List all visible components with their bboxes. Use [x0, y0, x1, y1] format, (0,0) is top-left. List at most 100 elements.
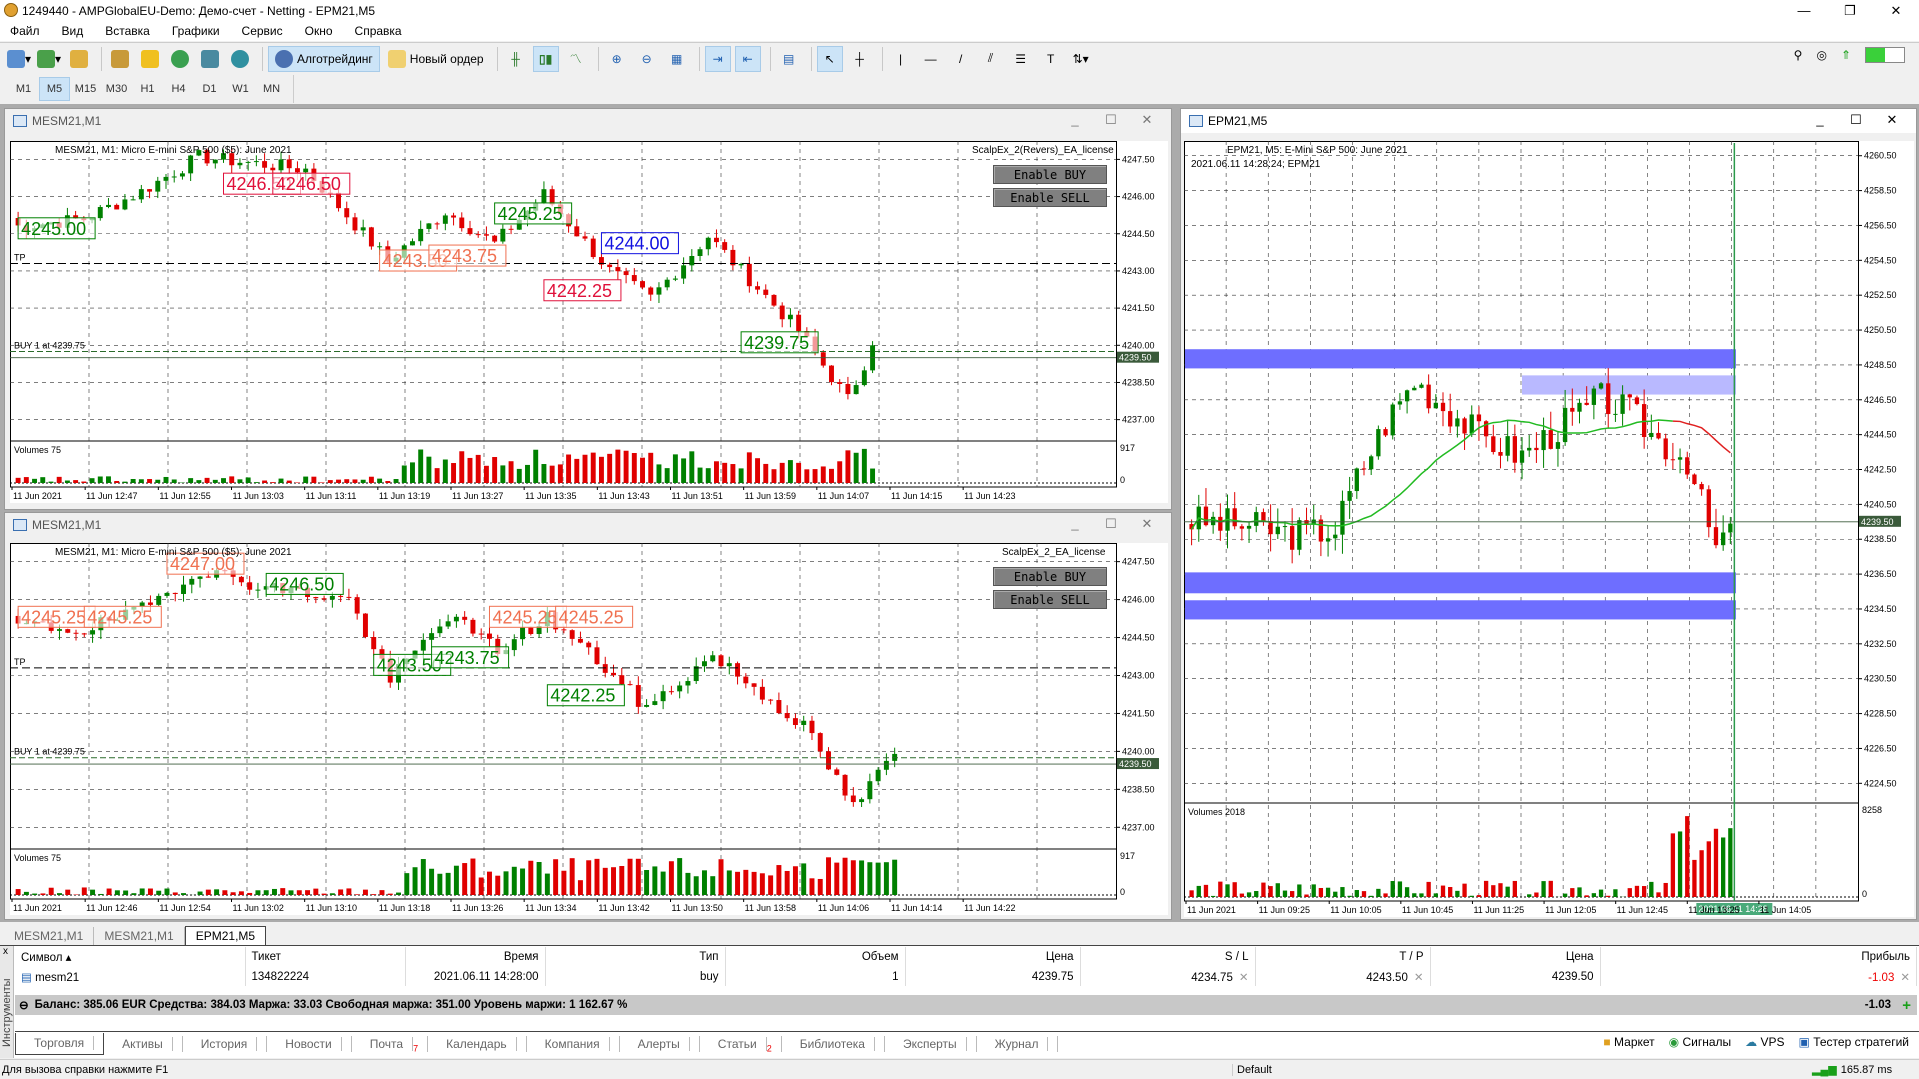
- col-symbol[interactable]: Символ ▴: [15, 947, 246, 967]
- new-order-button[interactable]: Новый ордер: [384, 46, 488, 72]
- col-ticket[interactable]: Тикет: [245, 947, 406, 967]
- sl-cell[interactable]: 4234.75: [1191, 972, 1233, 984]
- templates-button[interactable]: ▤: [776, 46, 802, 72]
- col-profit[interactable]: Прибыль: [1600, 947, 1917, 967]
- toolbox-tab[interactable]: Статьи 2: [700, 1035, 782, 1053]
- close-button[interactable]: ✕: [1873, 0, 1919, 21]
- toolbox-tab[interactable]: Новости: [267, 1035, 352, 1052]
- enable-sell-button[interactable]: Enable SELL: [993, 188, 1107, 207]
- tf-m15[interactable]: M15: [70, 77, 101, 101]
- enable-buy-button[interactable]: Enable BUY: [993, 165, 1107, 184]
- zoom-out-button[interactable]: ⊖: [634, 46, 660, 72]
- restore-button[interactable]: ❐: [1827, 0, 1873, 21]
- fibonacci-button[interactable]: ☰: [1008, 46, 1034, 72]
- metaeditor-button[interactable]: [107, 46, 133, 72]
- crosshair-button[interactable]: ┼: [847, 46, 873, 72]
- zoom-in-button[interactable]: ⊕: [604, 46, 630, 72]
- tab-chart[interactable]: EPM21,M5: [184, 926, 267, 945]
- strategy-tester-link[interactable]: ▣ Тестер стратегий: [1799, 1035, 1909, 1049]
- minimize-button[interactable]: _: [1057, 112, 1093, 128]
- algotrading-button[interactable]: Алготрейдинг: [268, 45, 380, 72]
- col-volume[interactable]: Объем: [725, 947, 906, 967]
- market-link[interactable]: ■ Маркет: [1603, 1035, 1654, 1049]
- chart-shift-button[interactable]: ⇤: [734, 45, 761, 72]
- toolbox-tab[interactable]: Алерты: [620, 1035, 700, 1052]
- toolbox-tab[interactable]: Журнал: [977, 1035, 1059, 1052]
- minimize-button[interactable]: —: [1781, 0, 1827, 21]
- col-sl[interactable]: S / L: [1080, 947, 1256, 967]
- tf-m1[interactable]: M1: [8, 77, 39, 101]
- chart-window-mesm21-2[interactable]: MESM21,M1 _ ☐ ✕ 4247.50 4246.00 4244.50 4243.…: [4, 512, 1172, 920]
- chart-window-epm21[interactable]: EPM21,M5 _ ☐ ✕ 4260.50 4258.50 4256.50 4254.5…: [1180, 108, 1917, 920]
- toolbox-tab[interactable]: Торговля: [15, 1032, 105, 1055]
- signals-link[interactable]: ◉ Сигналы: [1669, 1035, 1732, 1049]
- maximize-button[interactable]: ☐: [1838, 112, 1874, 128]
- tp-cell[interactable]: 4243.50: [1366, 972, 1408, 984]
- menu-insert[interactable]: Вставка: [105, 24, 150, 38]
- trendline-button[interactable]: /: [948, 46, 974, 72]
- menu-window[interactable]: Окно: [305, 24, 333, 38]
- level-icon[interactable]: ⇑: [1841, 48, 1851, 62]
- vertical-line-button[interactable]: |: [888, 46, 914, 72]
- tf-m5[interactable]: M5: [39, 77, 70, 101]
- price-chart[interactable]: 4260.50 4258.50 4256.50 4254.50 4252.50 4250.…: [1184, 141, 1914, 917]
- col-type[interactable]: Тип: [545, 947, 726, 967]
- collapse-icon[interactable]: ⊖: [19, 998, 29, 1012]
- horizontal-line-button[interactable]: —: [918, 46, 944, 72]
- enable-sell-button[interactable]: Enable SELL: [993, 590, 1107, 609]
- toolbox-tab[interactable]: История: [183, 1035, 268, 1052]
- maximize-button[interactable]: ☐: [1093, 516, 1129, 532]
- menu-help[interactable]: Справка: [355, 24, 402, 38]
- tf-m30[interactable]: M30: [101, 77, 132, 101]
- line-chart-button[interactable]: 〽: [563, 46, 589, 72]
- cursor-button[interactable]: ↖: [816, 45, 843, 72]
- col-tp[interactable]: T / P: [1255, 947, 1431, 967]
- market-watch-button[interactable]: [66, 46, 92, 72]
- search-icon[interactable]: ⚲: [1794, 48, 1803, 62]
- arrows-button[interactable]: ⇅▾: [1068, 46, 1094, 72]
- vps-button[interactable]: [197, 46, 223, 72]
- equidistant-channel-button[interactable]: ⫽: [978, 46, 1004, 72]
- menu-tools[interactable]: Сервис: [242, 24, 283, 38]
- tab-chart[interactable]: MESM21,M1: [94, 927, 185, 945]
- enable-buy-button[interactable]: Enable BUY: [993, 567, 1107, 586]
- account-icon[interactable]: ◎: [1816, 48, 1826, 62]
- minimize-button[interactable]: _: [1802, 112, 1838, 128]
- menu-charts[interactable]: Графики: [172, 24, 220, 38]
- remove-tp-icon[interactable]: ✕: [1414, 972, 1424, 984]
- toolbox-tab[interactable]: Эксперты: [885, 1035, 977, 1052]
- tile-windows-button[interactable]: ▦: [664, 46, 690, 72]
- close-button[interactable]: ✕: [1874, 112, 1910, 128]
- tf-d1[interactable]: D1: [194, 77, 225, 101]
- toolbox-tab[interactable]: Библиотека: [782, 1035, 885, 1052]
- autoscroll-button[interactable]: ⇥: [704, 45, 731, 72]
- tab-chart[interactable]: MESM21,M1: [4, 927, 95, 945]
- new-chart-button[interactable]: ▾: [6, 46, 32, 72]
- toolbox-tab[interactable]: Компания: [527, 1035, 620, 1052]
- menu-file[interactable]: Файл: [10, 24, 40, 38]
- candlestick-button[interactable]: ▯▮: [532, 45, 559, 72]
- close-button[interactable]: ✕: [1129, 112, 1165, 128]
- chart-window-mesm21-1[interactable]: MESM21,M1 _ ☐ ✕ 4247.50 4246.00 4244.50 4243.…: [4, 108, 1172, 510]
- minimize-button[interactable]: _: [1057, 516, 1093, 532]
- close-toolbox-icon[interactable]: x: [3, 946, 8, 957]
- tf-h4[interactable]: H4: [163, 77, 194, 101]
- add-icon[interactable]: +: [1902, 997, 1911, 1014]
- col-time[interactable]: Время: [405, 947, 546, 967]
- toolbox-tab[interactable]: Активы: [104, 1035, 183, 1052]
- col-current-price[interactable]: Цена: [1430, 947, 1601, 967]
- maximize-button[interactable]: ☐: [1093, 112, 1129, 128]
- signals-button[interactable]: [167, 46, 193, 72]
- close-button[interactable]: ✕: [1129, 516, 1165, 532]
- toggle-switch[interactable]: [1865, 47, 1905, 63]
- col-price[interactable]: Цена: [905, 947, 1081, 967]
- bar-chart-button[interactable]: ╫: [503, 46, 529, 72]
- tf-mn[interactable]: MN: [256, 77, 287, 101]
- text-label-button[interactable]: T: [1038, 46, 1064, 72]
- toolbox-tab[interactable]: Календарь: [428, 1035, 527, 1052]
- tf-h1[interactable]: H1: [132, 77, 163, 101]
- toolbox-tab[interactable]: Почта 7: [352, 1035, 429, 1053]
- market-button[interactable]: [137, 46, 163, 72]
- menu-view[interactable]: Вид: [62, 24, 84, 38]
- vps-link[interactable]: ☁ VPS: [1745, 1035, 1784, 1049]
